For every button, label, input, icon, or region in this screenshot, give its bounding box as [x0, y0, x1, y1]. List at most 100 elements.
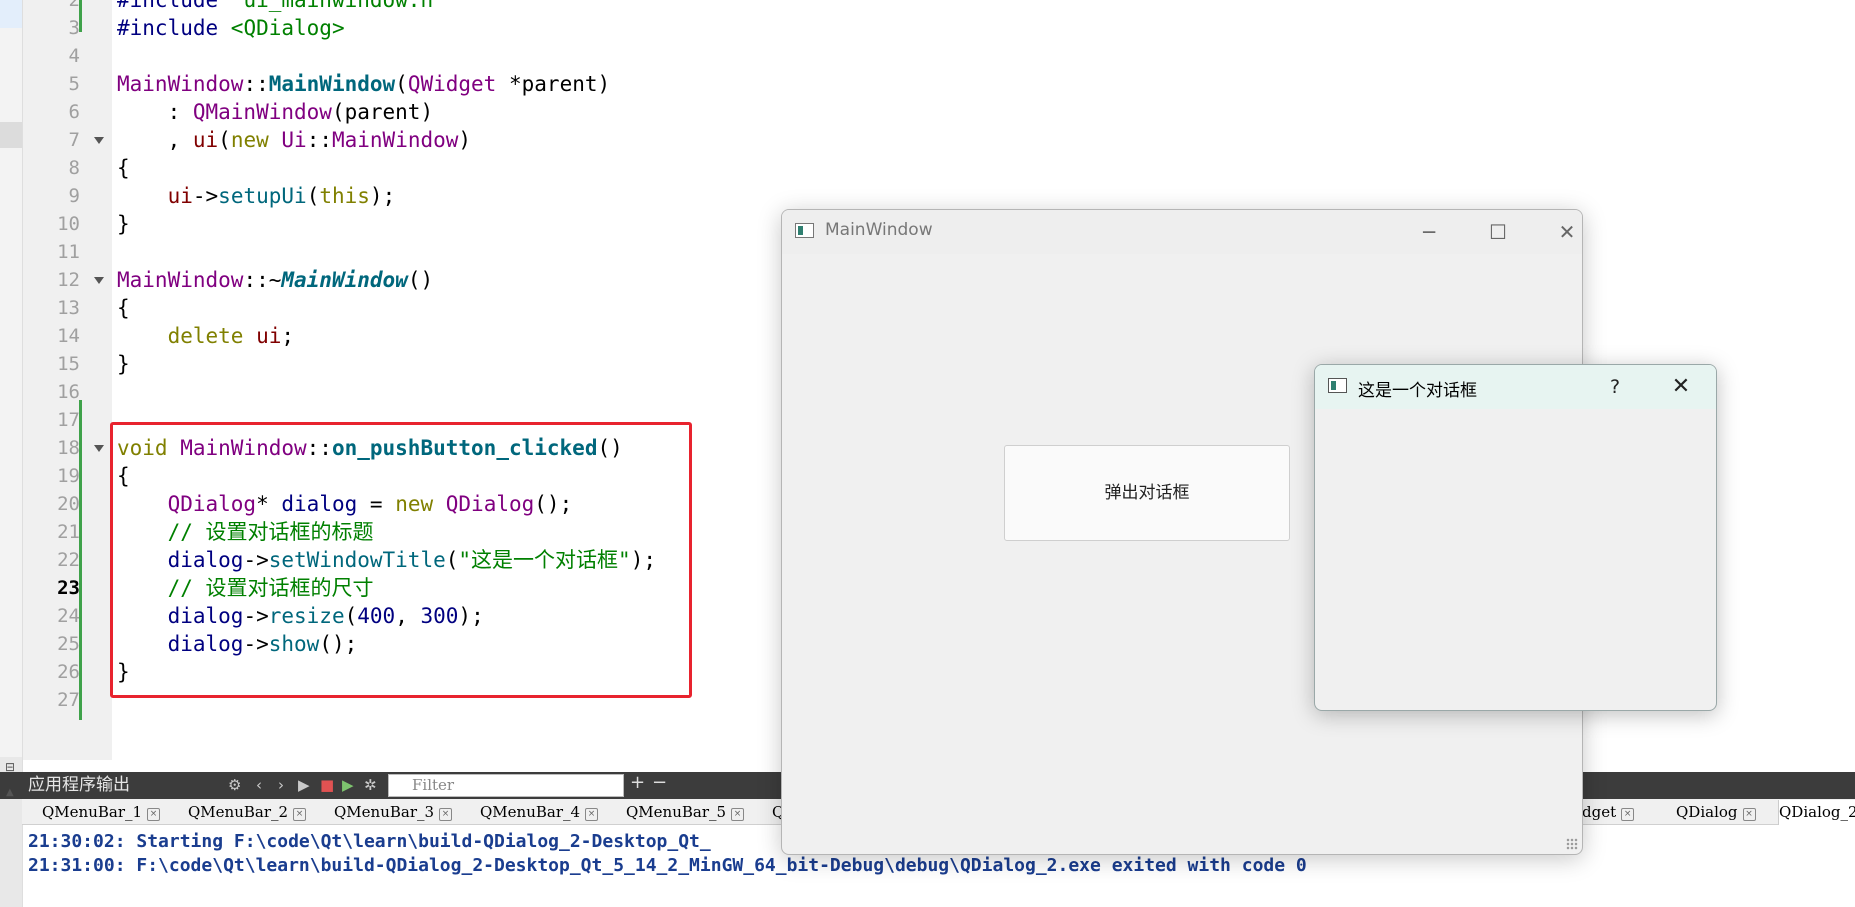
output-tab[interactable]: QMenuBar_4 × — [480, 800, 599, 825]
code-token: (parent) — [331, 100, 434, 124]
tab-close-icon[interactable]: × — [1621, 808, 1635, 821]
line-number: 26 — [57, 661, 80, 683]
code-line[interactable]: , ui(new Ui::MainWindow) — [117, 126, 472, 154]
zoom-in-button[interactable]: + — [630, 773, 645, 793]
code-token: Ui — [281, 128, 307, 152]
run-icon[interactable]: ▶ — [298, 775, 310, 795]
strip-marker — [0, 122, 22, 148]
zoom-out-button[interactable]: − — [652, 773, 667, 793]
output-line-2: 21:31:00: F:\code\Qt\learn\build-QDialog… — [28, 855, 1307, 876]
output-tab-label: QMenuBar_4 — [480, 803, 581, 821]
output-tab[interactable]: QDialog_2 — [1778, 800, 1855, 825]
code-line[interactable]: ui->setupUi(this); — [117, 182, 396, 210]
code-token: #include — [117, 16, 231, 40]
code-token: #include — [117, 0, 231, 12]
code-line[interactable]: } — [117, 210, 130, 238]
show-dialog-button[interactable]: 弹出对话框 — [1004, 445, 1290, 541]
scroll-up-icon[interactable]: ▲ — [6, 783, 14, 803]
code-token: MainWindow — [331, 128, 459, 152]
output-tab[interactable]: QDialog × — [1676, 800, 1756, 825]
code-token: : — [117, 100, 193, 124]
code-token: MainWindow — [117, 72, 244, 96]
line-number: 2 — [68, 0, 80, 11]
line-number: 18 — [57, 437, 80, 459]
output-tab[interactable]: QMenuBar_2 × — [188, 800, 307, 825]
code-line[interactable]: #include "ui_mainwindow.h" — [117, 0, 446, 14]
code-token: new — [230, 128, 282, 152]
line-number: 7 — [68, 129, 80, 151]
code-token: MainWindow — [117, 268, 244, 292]
code-token: "ui_mainwindow.h" — [230, 0, 446, 12]
tab-close-icon[interactable]: × — [439, 808, 453, 821]
output-tab[interactable]: QMenuBar_3 × — [334, 800, 453, 825]
line-number: 25 — [57, 633, 80, 655]
tab-close-icon[interactable]: × — [293, 808, 307, 821]
output-pane-title: 应用程序输出 — [28, 775, 130, 795]
line-number: 21 — [57, 521, 80, 543]
output-tab[interactable]: QMenuBar_5 × — [626, 800, 745, 825]
line-number: 9 — [68, 185, 80, 207]
code-line[interactable]: MainWindow::MainWindow(QWidget *parent) — [117, 70, 610, 98]
code-token: } — [117, 352, 130, 376]
line-number: 13 — [57, 297, 80, 319]
help-button[interactable]: ? — [1595, 373, 1635, 401]
line-number: 6 — [68, 101, 80, 123]
pane-toggle-icon[interactable]: ⊟ — [5, 757, 15, 777]
code-token: ui — [167, 184, 193, 208]
output-tab[interactable]: QMenuBar_1 × — [42, 800, 161, 825]
main-window-titlebar[interactable]: MainWindow ─ ☐ ✕ — [782, 210, 1582, 254]
line-number: 23 — [57, 577, 80, 599]
code-line[interactable]: { — [117, 294, 130, 322]
fold-arrow-icon[interactable] — [94, 277, 104, 284]
tab-close-icon[interactable]: × — [731, 808, 745, 821]
code-token: ( — [395, 72, 408, 96]
code-line[interactable]: delete ui; — [117, 322, 294, 350]
close-icon[interactable]: ✕ — [1547, 218, 1582, 246]
fold-arrow-icon[interactable] — [94, 137, 104, 144]
line-number: 10 — [57, 213, 80, 235]
code-token: ui — [256, 324, 282, 348]
run-stop-icon[interactable]: ⚙ — [228, 775, 241, 795]
line-number: 3 — [68, 17, 80, 39]
output-tab-label: QMenuBar_1 — [42, 803, 143, 821]
code-token: { — [117, 156, 130, 180]
debug-icon[interactable]: ▶ — [342, 775, 354, 795]
code-line[interactable]: : QMainWindow(parent) — [117, 98, 434, 126]
stop-icon[interactable]: ■ — [320, 775, 334, 795]
tab-close-icon[interactable]: × — [585, 808, 599, 821]
line-number: 20 — [57, 493, 80, 515]
next-icon[interactable]: › — [278, 775, 284, 795]
code-line[interactable]: } — [117, 350, 130, 378]
settings-icon[interactable]: ✲ — [364, 775, 377, 795]
code-token: , — [117, 128, 193, 152]
tab-close-icon[interactable]: × — [147, 808, 161, 821]
prev-icon[interactable]: ‹ — [256, 775, 262, 795]
code-token: -> — [192, 184, 219, 208]
dialog-titlebar[interactable]: 这是一个对话框 ? ✕ — [1315, 365, 1716, 409]
minimize-icon[interactable]: ─ — [1409, 218, 1449, 246]
line-number: 22 — [57, 549, 80, 571]
code-line[interactable]: { — [117, 154, 130, 182]
strip-highlight — [0, 0, 22, 28]
tab-close-icon[interactable]: × — [1742, 808, 1756, 821]
code-token: :: — [306, 128, 332, 152]
maximize-icon[interactable]: ☐ — [1478, 218, 1518, 246]
code-token: QMainWindow — [192, 100, 332, 124]
output-tab-label: QDialog — [1676, 803, 1738, 821]
line-number: 27 — [57, 689, 80, 711]
code-line[interactable]: MainWindow::~MainWindow() — [117, 266, 433, 294]
line-number: 16 — [57, 381, 80, 403]
code-token: QWidget — [407, 72, 497, 96]
code-line[interactable]: #include <QDialog> — [117, 14, 345, 42]
dialog-window-icon — [1328, 378, 1347, 393]
output-tab[interactable]: dget × — [1582, 800, 1635, 825]
dialog-window[interactable]: 这是一个对话框 ? ✕ — [1314, 364, 1717, 711]
filter-placeholder: Filter — [412, 776, 455, 794]
fold-arrow-icon[interactable] — [94, 445, 104, 452]
close-icon[interactable]: ✕ — [1661, 373, 1701, 401]
output-line-1: 21:30:02: Starting F:\code\Qt\learn\buil… — [28, 831, 711, 852]
resize-grip[interactable] — [1566, 838, 1578, 850]
code-token: ( — [218, 128, 231, 152]
code-token: MainWindow — [281, 268, 408, 292]
